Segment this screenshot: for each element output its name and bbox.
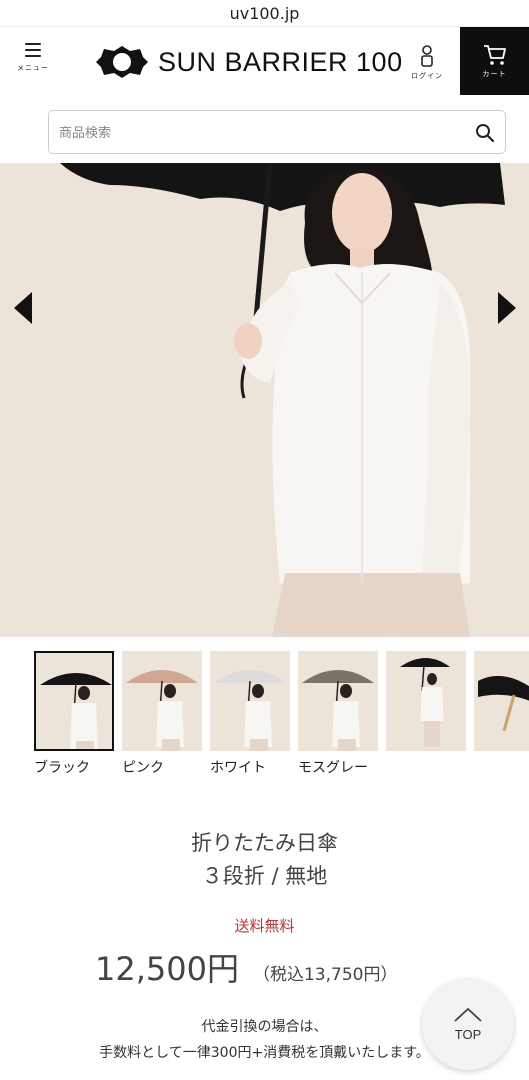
- product-title-line1: 折りたたみ日傘: [191, 831, 338, 855]
- thumbnail-moss-gray[interactable]: モスグレー: [298, 651, 378, 777]
- thumbnail-image: [386, 651, 466, 751]
- thumbnail-image: [122, 651, 202, 751]
- site-header: メニュー SUN BARRIER 100 ログイン カート: [0, 27, 529, 97]
- next-arrow-icon[interactable]: [494, 290, 518, 326]
- thumbnail-white[interactable]: ホワイト: [210, 651, 290, 777]
- thumbnail-black[interactable]: ブラック: [34, 651, 114, 777]
- thumbnail-label: モスグレー: [298, 760, 368, 776]
- login-button[interactable]: ログイン: [404, 45, 450, 89]
- login-label: ログイン: [411, 72, 443, 80]
- thumbnail-image: [298, 651, 378, 751]
- model-with-umbrella-photo: [0, 163, 529, 637]
- logo-text: SUN BARRIER 100: [158, 46, 403, 77]
- browser-url-bar[interactable]: uv100.jp: [0, 0, 529, 27]
- search-icon[interactable]: [475, 123, 495, 143]
- thumbnail-side-view[interactable]: [386, 651, 466, 757]
- chevron-up-icon: [454, 1007, 482, 1022]
- menu-label: メニュー: [17, 64, 49, 72]
- previous-arrow-icon[interactable]: [12, 290, 36, 326]
- product-title: 折りたたみ日傘 ３段折 / 無地: [0, 827, 529, 893]
- back-to-top-button[interactable]: TOP: [422, 978, 514, 1070]
- thumbnail-image: [210, 651, 290, 751]
- thumbnail-label: ピンク: [122, 760, 164, 776]
- menu-button[interactable]: メニュー: [10, 43, 56, 87]
- cart-label: カート: [482, 69, 507, 78]
- color-thumbnail-strip: ブラック ピンク ホワイト モスグレー: [0, 651, 529, 781]
- free-shipping-badge: 送料無料: [234, 917, 295, 935]
- thumbnail-image: [474, 651, 529, 751]
- site-logo[interactable]: SUN BARRIER 100: [96, 45, 403, 79]
- thumbnail-label: ホワイト: [210, 760, 266, 776]
- price-with-tax: （税込13,750円）: [252, 965, 398, 985]
- top-label: TOP: [454, 1026, 482, 1042]
- thumbnail-image: [34, 651, 114, 751]
- user-icon: [421, 45, 433, 67]
- search-input[interactable]: [57, 111, 461, 155]
- price: 12,500円: [95, 950, 239, 988]
- hamburger-icon: [25, 43, 41, 57]
- thumbnail-closeup[interactable]: [474, 651, 529, 757]
- cart-button[interactable]: カート: [460, 27, 529, 95]
- thumbnail-pink[interactable]: ピンク: [122, 651, 202, 777]
- thumbnail-label: ブラック: [34, 760, 90, 776]
- sun-logo-icon: [96, 46, 148, 78]
- product-title-line2: ３段折 / 無地: [201, 864, 328, 888]
- price-row: 12,500円 （税込13,750円）: [95, 944, 397, 994]
- url-text: uv100.jp: [229, 3, 300, 23]
- cart-icon: [483, 44, 506, 65]
- search-box: [48, 110, 506, 155]
- hero-product-image: [0, 163, 529, 637]
